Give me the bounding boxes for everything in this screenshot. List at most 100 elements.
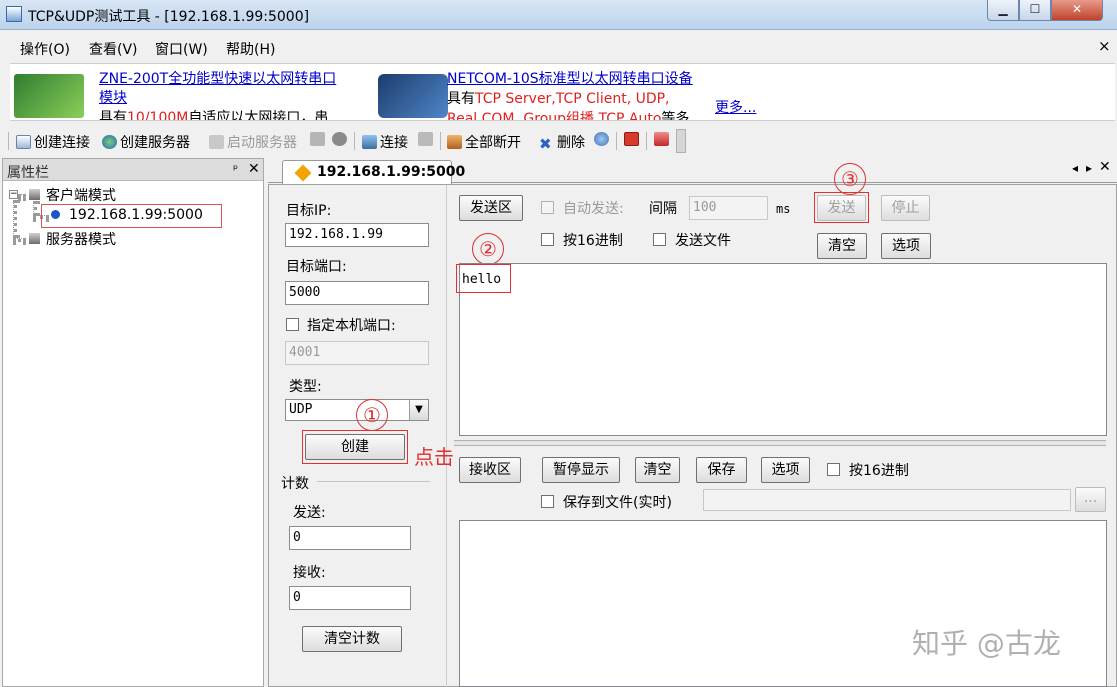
- folder-icon: [29, 233, 40, 244]
- ad1-title-link[interactable]: ZNE-200T全功能型快速以太网转串口: [99, 68, 336, 88]
- recv-count-field[interactable]: 0: [289, 586, 411, 610]
- ad1-text-b: 10/100M: [127, 110, 189, 121]
- send-hex-checkbox[interactable]: [541, 233, 554, 246]
- tab-scroll-left-icon[interactable]: ◂: [1072, 161, 1078, 175]
- disconnect-all-button[interactable]: 全部断开: [447, 132, 521, 152]
- menu-view[interactable]: 查看(V): [89, 39, 138, 59]
- toolbar-separator: [646, 132, 647, 150]
- pin-icon[interactable]: ᵖ: [233, 162, 238, 176]
- cancel-icon-button[interactable]: [332, 132, 350, 148]
- tab-connection-label: 192.168.1.99:5000: [317, 164, 466, 180]
- tree-server-mode[interactable]: 服务器模式: [46, 229, 116, 249]
- dropdown-arrow-icon[interactable]: ▼: [409, 400, 428, 420]
- send-textarea[interactable]: hello: [459, 263, 1107, 436]
- stop-server-button[interactable]: [310, 132, 328, 148]
- computer-icon: [16, 135, 31, 149]
- auto-send-label: 自动发送:: [563, 201, 624, 217]
- create-connection-label: 创建连接: [34, 135, 90, 151]
- recv-area-tab[interactable]: 接收区: [459, 457, 521, 483]
- target-ip-label: 目标IP:: [286, 203, 332, 219]
- gears-button[interactable]: [594, 132, 612, 148]
- toolbar-overflow-chevron-icon[interactable]: [676, 129, 686, 153]
- interval-input[interactable]: 100: [689, 196, 768, 220]
- tree-line: [13, 238, 26, 242]
- step2-annotation: ②: [472, 233, 504, 265]
- server-icon: [209, 135, 224, 149]
- recv-hex-checkbox[interactable]: [827, 463, 840, 476]
- close-button[interactable]: ✕: [1051, 0, 1103, 21]
- tab-connection[interactable]: 192.168.1.99:5000: [282, 160, 465, 184]
- local-port-input[interactable]: 4001: [285, 341, 429, 365]
- tree-line: [33, 201, 37, 216]
- stop-button[interactable]: 停止: [881, 195, 930, 221]
- tree-line: [18, 194, 26, 198]
- send-count-field[interactable]: 0: [289, 526, 411, 550]
- help-icon: [654, 132, 669, 146]
- title-bar[interactable]: TCP&UDP测试工具 - [192.168.1.99:5000] ▁ ☐ ✕: [0, 0, 1117, 30]
- tab-close-icon[interactable]: ✕: [1099, 159, 1111, 175]
- browse-button[interactable]: ...: [1075, 487, 1106, 512]
- ad2-title-link[interactable]: NETCOM-10S标准型以太网转串口设备: [447, 68, 693, 88]
- start-server-button[interactable]: 启动服务器: [209, 132, 297, 152]
- property-sidebar: 属性栏 ᵖ ✕ − 客户端模式 192.168.1.99:5000 服务器模式: [2, 158, 264, 687]
- ad-banner: ZNE-200T全功能型快速以太网转串口 模块 具有10/100M自适应以太网接…: [10, 63, 1115, 121]
- connection-workarea: 目标IP: 192.168.1.99 目标端口: 5000 指定本机端口: 40…: [268, 163, 1117, 687]
- create-button[interactable]: 创建: [305, 434, 405, 460]
- mdi-close-icon[interactable]: ×: [1098, 37, 1111, 55]
- tab-scroll-right-icon[interactable]: ▸: [1086, 161, 1092, 175]
- create-server-button[interactable]: 创建服务器: [102, 132, 190, 152]
- send-hex-label: 按16进制: [563, 233, 623, 249]
- save-to-file-checkbox[interactable]: [541, 495, 554, 508]
- connect-icon: [362, 135, 377, 149]
- tree-line: [13, 200, 17, 238]
- send-area-tab[interactable]: 发送区: [459, 195, 523, 221]
- delete-x-icon: ✖: [539, 135, 552, 153]
- pause-display-button[interactable]: 暂停显示: [542, 457, 620, 483]
- menu-help[interactable]: 帮助(H): [226, 39, 275, 59]
- power-button[interactable]: [624, 132, 642, 148]
- send-clear-button[interactable]: 清空: [817, 233, 867, 259]
- sidebar-close-icon[interactable]: ✕: [248, 161, 260, 177]
- tree-collapse-icon[interactable]: −: [9, 190, 18, 199]
- more-link[interactable]: 更多...: [715, 97, 756, 117]
- local-port-checkbox[interactable]: [286, 318, 299, 331]
- step3-annotation: ③: [834, 163, 866, 195]
- save-file-path-input[interactable]: [703, 489, 1071, 511]
- auto-send-checkbox[interactable]: [541, 201, 554, 214]
- power-icon: [624, 132, 639, 146]
- ad2-product-image[interactable]: [378, 74, 448, 118]
- create-connection-button[interactable]: 创建连接: [16, 132, 90, 152]
- menu-operate[interactable]: 操作(O): [20, 39, 70, 59]
- interval-label: 间隔: [649, 201, 677, 217]
- delete-button[interactable]: ✖ 删除: [539, 132, 585, 152]
- send-button[interactable]: 发送: [817, 195, 866, 221]
- ad1-product-image[interactable]: [14, 74, 84, 118]
- server-stop-icon: [310, 132, 325, 146]
- tree-client-item[interactable]: 192.168.1.99:5000: [69, 207, 203, 223]
- clear-count-button[interactable]: 清空计数: [302, 626, 402, 652]
- target-ip-input[interactable]: 192.168.1.99: [285, 223, 429, 247]
- recv-clear-button[interactable]: 清空: [635, 457, 680, 483]
- maximize-button[interactable]: ☐: [1019, 0, 1051, 21]
- send-file-checkbox[interactable]: [653, 233, 666, 246]
- minimize-button[interactable]: ▁: [987, 0, 1019, 21]
- target-port-input[interactable]: 5000: [285, 281, 429, 305]
- area-splitter[interactable]: [454, 440, 1106, 446]
- sidebar-title: 属性栏: [7, 165, 49, 181]
- disconnect-button[interactable]: [418, 132, 436, 148]
- tree-client-mode[interactable]: 客户端模式: [46, 185, 116, 205]
- connect-button[interactable]: 连接: [362, 132, 408, 152]
- recv-hex-label: 按16进制: [849, 463, 909, 479]
- ad2-text-a: 具有: [447, 91, 475, 107]
- send-options-button[interactable]: 选项: [881, 233, 931, 259]
- menu-window[interactable]: 窗口(W): [155, 39, 208, 59]
- connect-label: 连接: [380, 135, 408, 151]
- recv-save-button[interactable]: 保存: [696, 457, 747, 483]
- recv-options-button[interactable]: 选项: [761, 457, 810, 483]
- document-tab-strip: 192.168.1.99:5000 ◂ ▸ ✕: [268, 158, 1117, 184]
- create-server-label: 创建服务器: [120, 135, 190, 151]
- connection-tab-icon: [294, 164, 312, 182]
- disconnect-all-icon: [447, 135, 462, 149]
- ad1-title-link-line2[interactable]: 模块: [99, 87, 127, 107]
- help-button[interactable]: [654, 132, 672, 148]
